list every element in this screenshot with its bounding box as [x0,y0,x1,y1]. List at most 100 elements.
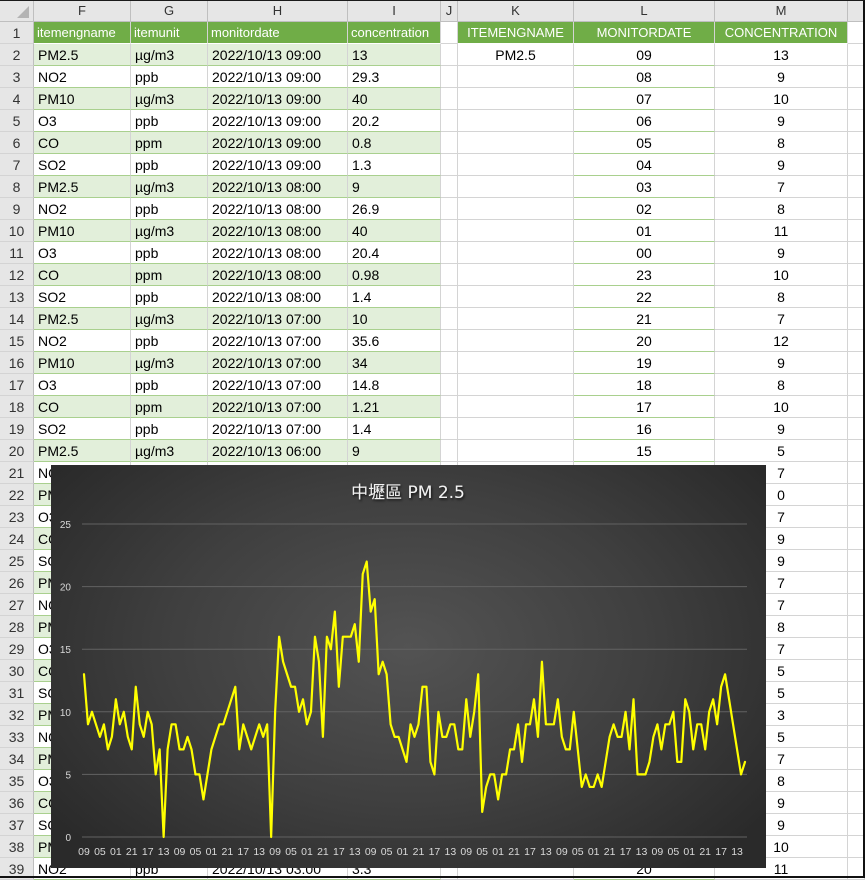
cell-i15[interactable]: 35.6 [348,330,441,352]
column-header-f[interactable]: F [34,0,131,22]
cell-g3[interactable]: ppb [131,66,208,88]
cell-f5[interactable]: O3 [34,110,131,132]
cell-k1[interactable]: ITEMENGNAME [458,22,574,44]
cell-m7[interactable]: 9 [715,154,848,176]
cell-j15[interactable] [441,330,458,352]
row-header-36[interactable]: 36 [0,792,34,814]
cell-g1[interactable]: itemunit [131,22,208,44]
row-header-14[interactable]: 14 [0,308,34,330]
cell-k6[interactable] [458,132,574,154]
row-header-21[interactable]: 21 [0,462,34,484]
cell-i3[interactable]: 29.3 [348,66,441,88]
cell-n17[interactable] [848,374,865,396]
cell-g14[interactable]: µg/m3 [131,308,208,330]
cell-g16[interactable]: µg/m3 [131,352,208,374]
cell-l15[interactable]: 20 [574,330,715,352]
cell-g5[interactable]: ppb [131,110,208,132]
cell-n23[interactable] [848,506,865,528]
cell-h13[interactable]: 2022/10/13 08:00 [208,286,348,308]
row-header-3[interactable]: 3 [0,66,34,88]
cell-n31[interactable] [848,682,865,704]
cell-j18[interactable] [441,396,458,418]
cell-h1[interactable]: monitordate [208,22,348,44]
cell-i9[interactable]: 26.9 [348,198,441,220]
cell-h12[interactable]: 2022/10/13 08:00 [208,264,348,286]
cell-l18[interactable]: 17 [574,396,715,418]
cell-n35[interactable] [848,770,865,792]
cell-g11[interactable]: ppb [131,242,208,264]
cell-k14[interactable] [458,308,574,330]
cell-l3[interactable]: 08 [574,66,715,88]
row-header-15[interactable]: 15 [0,330,34,352]
row-header-9[interactable]: 9 [0,198,34,220]
column-header-i[interactable]: I [348,0,441,22]
cell-k17[interactable] [458,374,574,396]
cell-l11[interactable]: 00 [574,242,715,264]
cell-n14[interactable] [848,308,865,330]
cell-n24[interactable] [848,528,865,550]
cell-n8[interactable] [848,176,865,198]
cell-h19[interactable]: 2022/10/13 07:00 [208,418,348,440]
row-header-6[interactable]: 6 [0,132,34,154]
cell-n32[interactable] [848,704,865,726]
cell-n22[interactable] [848,484,865,506]
row-header-25[interactable]: 25 [0,550,34,572]
cell-h16[interactable]: 2022/10/13 07:00 [208,352,348,374]
cell-h15[interactable]: 2022/10/13 07:00 [208,330,348,352]
cell-j3[interactable] [441,66,458,88]
cell-g4[interactable]: µg/m3 [131,88,208,110]
cell-k7[interactable] [458,154,574,176]
cell-m9[interactable]: 8 [715,198,848,220]
cell-m12[interactable]: 10 [715,264,848,286]
cell-n7[interactable] [848,154,865,176]
row-header-31[interactable]: 31 [0,682,34,704]
row-header-24[interactable]: 24 [0,528,34,550]
column-header-l[interactable]: L [574,0,715,22]
row-header-33[interactable]: 33 [0,726,34,748]
cell-g7[interactable]: ppb [131,154,208,176]
cell-k13[interactable] [458,286,574,308]
cell-j13[interactable] [441,286,458,308]
row-header-29[interactable]: 29 [0,638,34,660]
cell-n13[interactable] [848,286,865,308]
cell-m17[interactable]: 8 [715,374,848,396]
cell-n3[interactable] [848,66,865,88]
cell-h5[interactable]: 2022/10/13 09:00 [208,110,348,132]
cell-l12[interactable]: 23 [574,264,715,286]
cell-k12[interactable] [458,264,574,286]
cell-n19[interactable] [848,418,865,440]
row-header-12[interactable]: 12 [0,264,34,286]
cell-g13[interactable]: ppb [131,286,208,308]
row-header-13[interactable]: 13 [0,286,34,308]
cell-m6[interactable]: 8 [715,132,848,154]
cell-k15[interactable] [458,330,574,352]
cell-h2[interactable]: 2022/10/13 09:00 [208,44,348,66]
cell-j4[interactable] [441,88,458,110]
cell-i10[interactable]: 40 [348,220,441,242]
cell-h11[interactable]: 2022/10/13 08:00 [208,242,348,264]
cell-j5[interactable] [441,110,458,132]
cell-l6[interactable]: 05 [574,132,715,154]
cell-k19[interactable] [458,418,574,440]
cell-n33[interactable] [848,726,865,748]
cell-j6[interactable] [441,132,458,154]
pm25-series-line[interactable] [82,560,747,839]
cell-m1[interactable]: CONCENTRATION [715,22,848,44]
cell-i18[interactable]: 1.21 [348,396,441,418]
cell-f10[interactable]: PM10 [34,220,131,242]
cell-g12[interactable]: ppm [131,264,208,286]
cell-f1[interactable]: itemengname [34,22,131,44]
cell-g9[interactable]: ppb [131,198,208,220]
cell-m13[interactable]: 8 [715,286,848,308]
cell-g8[interactable]: µg/m3 [131,176,208,198]
cell-l9[interactable]: 02 [574,198,715,220]
cell-l8[interactable]: 03 [574,176,715,198]
cell-h9[interactable]: 2022/10/13 08:00 [208,198,348,220]
cell-n37[interactable] [848,814,865,836]
cell-f6[interactable]: CO [34,132,131,154]
cell-i1[interactable]: concentration [348,22,441,44]
row-header-37[interactable]: 37 [0,814,34,836]
pm25-line-chart[interactable]: 中壢區 PM 2.5 0 5 10 15 20 25 09 05 01 21 17 13 09 05 01… [51,465,766,868]
cell-f18[interactable]: CO [34,396,131,418]
column-header-n[interactable] [848,0,865,22]
